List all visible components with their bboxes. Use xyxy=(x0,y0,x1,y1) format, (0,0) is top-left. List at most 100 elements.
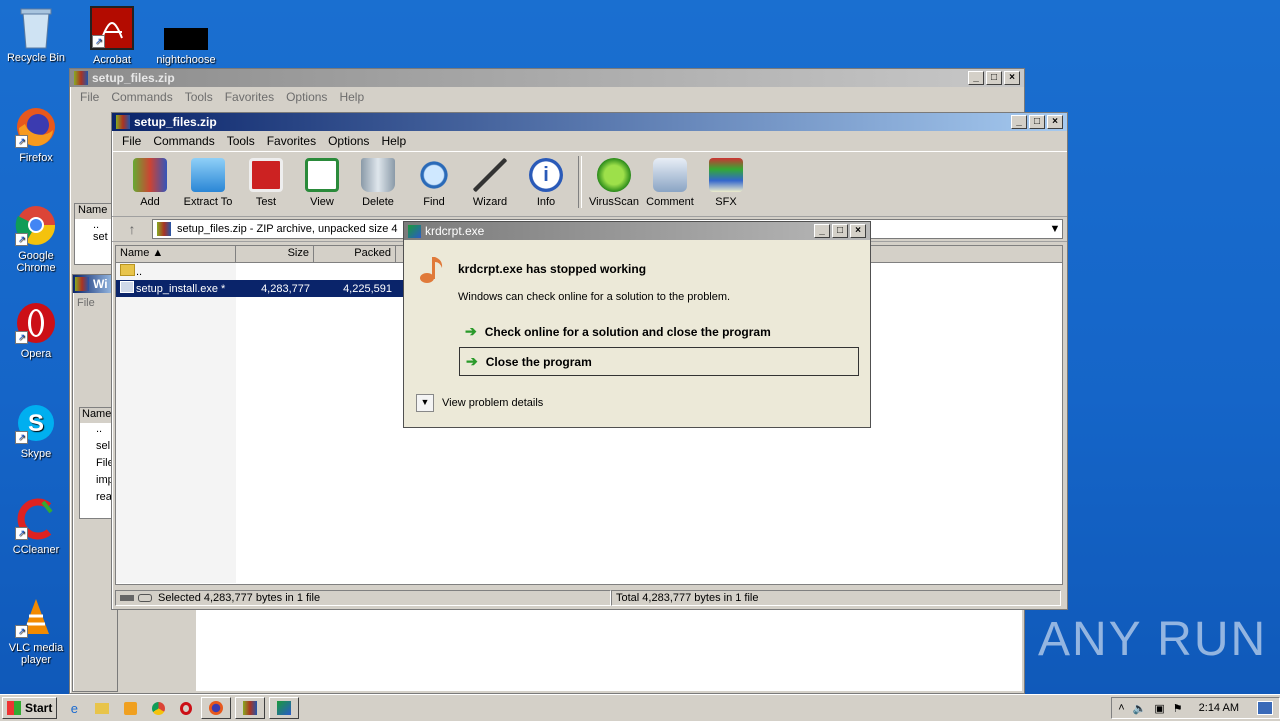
key-icon xyxy=(138,594,152,602)
list-item[interactable]: .. xyxy=(75,219,115,231)
dropdown-arrow-icon[interactable]: ▼ xyxy=(1048,223,1062,235)
taskbar: Start e ˄ 🔈 ▣ ⚑ 2:14 AM xyxy=(0,694,1280,721)
shortcut-arrow-icon: ↗ xyxy=(15,135,28,148)
delete-button[interactable]: Delete xyxy=(350,156,406,208)
table-row[interactable]: setup_install.exe * 4,283,777 4,225,591 xyxy=(116,280,406,297)
winrar-icon xyxy=(75,277,89,291)
exe-icon xyxy=(116,281,136,296)
file-name: .. xyxy=(136,265,143,278)
close-button[interactable]: × xyxy=(1047,115,1063,129)
menu-help[interactable]: Help xyxy=(381,134,406,148)
winrar-icon xyxy=(74,71,88,85)
menu-commands[interactable]: Commands xyxy=(111,90,172,104)
toolbar-separator xyxy=(578,156,582,208)
column-header-name[interactable]: Name ▲ xyxy=(116,246,236,262)
desktop-icon-acrobat[interactable]: ↗ Acrobat xyxy=(76,6,148,66)
chrome-icon[interactable] xyxy=(147,698,169,718)
anyrun-watermark: ANY RUN xyxy=(1038,612,1267,667)
menu-commands[interactable]: Commands xyxy=(153,134,214,148)
wizard-button[interactable]: Wizard xyxy=(462,156,518,208)
show-desktop-icon[interactable] xyxy=(1257,701,1273,715)
desktop-icon-label: Firefox xyxy=(19,152,53,164)
media-player-icon[interactable] xyxy=(119,698,141,718)
flag-icon[interactable]: ⚑ xyxy=(1173,702,1183,715)
wand-icon xyxy=(473,158,507,192)
comment-button[interactable]: Comment xyxy=(642,156,698,208)
maximize-button[interactable]: □ xyxy=(986,71,1002,85)
column-header-size[interactable]: Size xyxy=(236,246,314,262)
desktop-icon-skype[interactable]: S ↗ Skype xyxy=(0,402,72,460)
volume-icon[interactable]: 🔈 xyxy=(1133,702,1147,715)
view-details-label: View problem details xyxy=(442,397,544,409)
info-button[interactable]: i Info xyxy=(518,156,574,208)
desktop-icon-ccleaner[interactable]: ↗ CCleaner xyxy=(0,498,72,556)
close-button[interactable]: × xyxy=(1004,71,1020,85)
maximize-button[interactable]: □ xyxy=(832,224,848,238)
desktop-icon-label: VLC media player xyxy=(8,642,64,666)
watermark-text: ANY RUN xyxy=(1038,613,1268,666)
firefox-icon xyxy=(209,701,224,715)
chevron-up-icon[interactable]: ˄ xyxy=(1118,702,1124,714)
opera-icon[interactable] xyxy=(175,698,197,718)
extract-to-button[interactable]: Extract To xyxy=(178,156,238,208)
desktop-icon-firefox[interactable]: ↗ Firefox xyxy=(0,106,72,164)
test-button[interactable]: Test xyxy=(238,156,294,208)
green-arrow-icon: ➔ xyxy=(466,353,478,369)
column-header-packed[interactable]: Packed xyxy=(314,246,396,262)
taskbar-firefox-button[interactable] xyxy=(201,697,232,719)
start-button[interactable]: Start xyxy=(2,697,58,719)
desktop-icon-vlc[interactable]: ↗ VLC media player xyxy=(0,596,72,666)
desktop-icon-recycle-bin[interactable]: Recycle Bin xyxy=(0,6,72,64)
info-icon: i xyxy=(529,158,563,192)
window-title: setup_files.zip xyxy=(134,115,217,129)
desktop-icon-opera[interactable]: ↗ Opera xyxy=(0,302,72,360)
maximize-button[interactable]: □ xyxy=(1029,115,1045,129)
view-details-toggle[interactable]: ▼ View problem details xyxy=(416,394,543,412)
find-button[interactable]: Find xyxy=(406,156,462,208)
minimize-button[interactable]: _ xyxy=(1011,115,1027,129)
desktop-icon-chrome[interactable]: ↗ Google Chrome xyxy=(0,204,72,274)
explorer-folder-icon[interactable] xyxy=(91,698,113,718)
main-window-titlebar[interactable]: setup_files.zip _ □ × xyxy=(112,113,1067,131)
window-title: Wi xyxy=(93,277,108,291)
view-button[interactable]: View xyxy=(294,156,350,208)
tool-label: VirusScan xyxy=(589,196,639,208)
menu-favorites[interactable]: Favorites xyxy=(267,134,316,148)
ie-icon[interactable]: e xyxy=(63,698,85,718)
menu-tools[interactable]: Tools xyxy=(227,134,255,148)
minimize-button[interactable]: _ xyxy=(968,71,984,85)
back-window-titlebar[interactable]: setup_files.zip _ □ × xyxy=(70,69,1024,87)
close-program-button[interactable]: ➔ Close the program xyxy=(459,347,859,376)
add-button[interactable]: Add xyxy=(122,156,178,208)
extract-folder-icon xyxy=(191,158,225,192)
list-item[interactable]: set xyxy=(75,231,115,243)
menu-tools[interactable]: Tools xyxy=(185,90,213,104)
menu-favorites[interactable]: Favorites xyxy=(225,90,274,104)
status-right: Total 4,283,777 bytes in 1 file xyxy=(611,590,1061,606)
menu-options[interactable]: Options xyxy=(328,134,369,148)
dialog-titlebar[interactable]: krdcrpt.exe _ □ × xyxy=(404,222,870,240)
sfx-button[interactable]: SFX xyxy=(698,156,754,208)
back-list: Name .. set xyxy=(74,203,116,265)
tool-label: Delete xyxy=(362,196,394,208)
menu-options[interactable]: Options xyxy=(286,90,327,104)
check-online-button[interactable]: ➔ Check online for a solution and close … xyxy=(459,318,857,345)
tool-label: Find xyxy=(423,196,445,208)
network-icon[interactable]: ▣ xyxy=(1154,702,1164,715)
up-arrow-icon[interactable]: ↑ xyxy=(112,221,152,237)
check-online-label: Check online for a solution and close th… xyxy=(484,324,771,339)
menu-help[interactable]: Help xyxy=(339,90,364,104)
virusscan-button[interactable]: VirusScan xyxy=(586,156,642,208)
error-dialog[interactable]: krdcrpt.exe _ □ × krdcrpt.exe has stoppe… xyxy=(403,221,871,428)
menu-file[interactable]: File xyxy=(80,90,99,104)
clock[interactable]: 2:14 AM xyxy=(1199,702,1239,714)
close-button[interactable]: × xyxy=(850,224,866,238)
comment-icon xyxy=(653,158,687,192)
minimize-button[interactable]: _ xyxy=(814,224,830,238)
column-name: Name xyxy=(75,204,115,219)
status-selected: Selected 4,283,777 bytes in 1 file xyxy=(158,592,321,604)
taskbar-krdcrpt-button[interactable] xyxy=(269,697,300,719)
desktop-icon-nightchoose[interactable]: nightchoose xyxy=(150,6,222,66)
taskbar-winrar-button[interactable] xyxy=(235,697,266,719)
menu-file[interactable]: File xyxy=(122,134,141,148)
